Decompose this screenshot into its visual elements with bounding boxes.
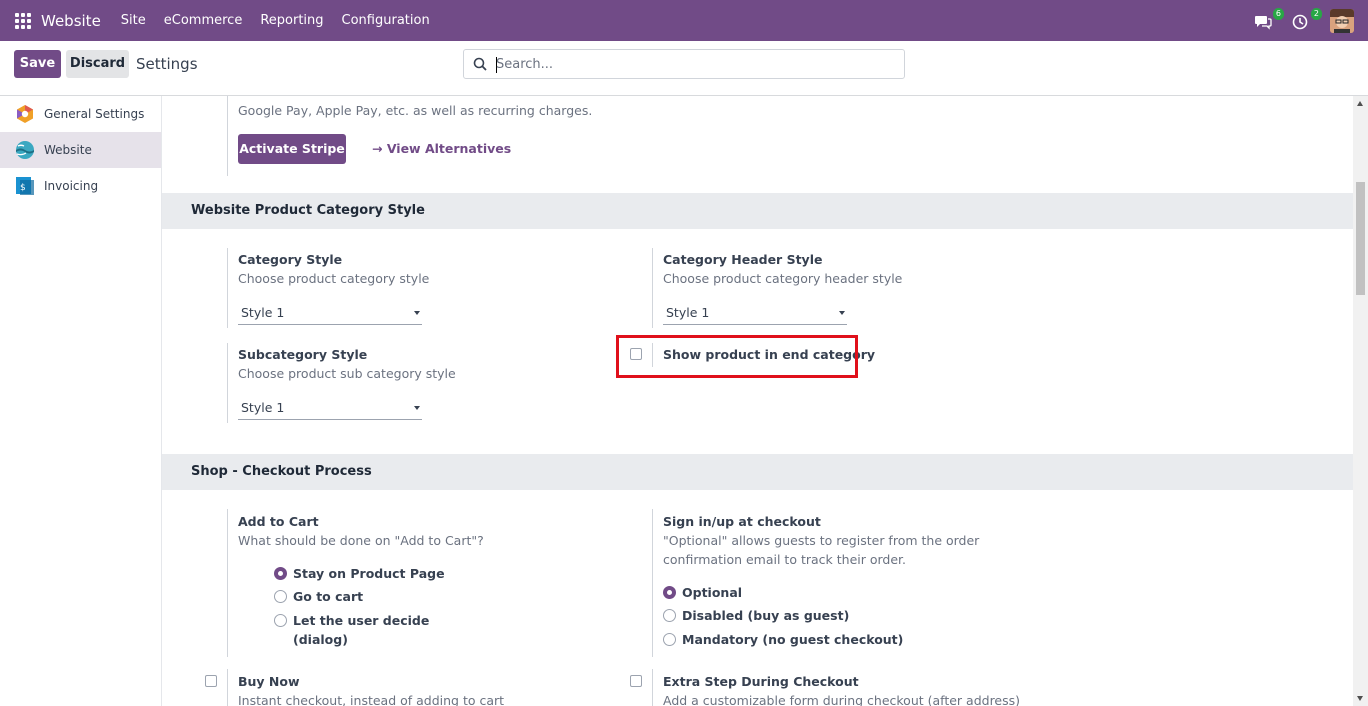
apps-menu-icon[interactable]	[15, 12, 31, 29]
view-alternatives-link[interactable]: → View Alternatives	[372, 141, 511, 156]
setting-divider	[227, 96, 228, 176]
extra-step-desc: Add a customizable form during checkout …	[663, 693, 1021, 706]
buy-now-desc: Instant checkout, instead of adding to c…	[238, 693, 505, 706]
buy-now-label: Buy Now	[238, 674, 300, 689]
radio-disabled[interactable]	[663, 609, 676, 622]
activities-badge: 2	[1310, 7, 1322, 20]
sidebar-item-label: Website	[44, 143, 92, 157]
add-to-cart-label: Add to Cart	[238, 514, 319, 529]
search-icon	[473, 57, 487, 71]
settings-sidebar: General Settings Website $ Invoicing	[0, 96, 162, 706]
category-style-label: Category Style	[238, 252, 343, 267]
subcategory-style-select[interactable]: Style 1	[238, 400, 422, 420]
messages-badge: 6	[1272, 7, 1284, 20]
buy-now-checkbox[interactable]	[205, 675, 217, 687]
menu-ecommerce[interactable]: eCommerce	[164, 13, 243, 28]
top-navbar: Website Site eCommerce Reporting Configu…	[0, 0, 1368, 41]
scroll-up-arrow-icon[interactable]	[1357, 101, 1363, 106]
setting-divider	[652, 669, 653, 706]
setting-divider	[227, 669, 228, 706]
radio-user-decide[interactable]	[274, 614, 287, 627]
section-title-category-style: Website Product Category Style	[162, 193, 1353, 229]
scroll-down-arrow-icon[interactable]	[1357, 696, 1363, 701]
subcategory-style-desc: Choose product sub category style	[238, 366, 456, 381]
vertical-scrollbar[interactable]	[1353, 96, 1368, 706]
extra-step-checkbox[interactable]	[630, 675, 642, 687]
extra-step-label: Extra Step During Checkout	[663, 674, 859, 689]
setting-divider	[227, 509, 228, 657]
activities-clock-icon[interactable]: 2	[1292, 7, 1322, 32]
save-button[interactable]: Save	[14, 50, 61, 78]
odoo-settings-icon	[17, 105, 33, 123]
chevron-down-icon	[414, 311, 420, 315]
sidebar-item-label: Invoicing	[44, 179, 99, 193]
payment-description: Google Pay, Apple Pay, etc. as well as r…	[238, 103, 593, 118]
header-style-desc: Choose product category header style	[663, 271, 903, 286]
arrow-right-icon: →	[372, 141, 387, 156]
scrollbar-thumb[interactable]	[1356, 182, 1365, 295]
radio-label: Stay on Product Page	[293, 566, 445, 581]
menu-configuration[interactable]: Configuration	[342, 13, 430, 28]
sidebar-item-website[interactable]: Website	[0, 132, 161, 168]
sidebar-item-general-settings[interactable]: General Settings	[0, 96, 161, 132]
header-style-label: Category Header Style	[663, 252, 823, 267]
radio-stay-on-product-page[interactable]	[274, 567, 287, 580]
search-input[interactable]: Search...	[463, 49, 905, 79]
invoicing-icon: $	[16, 177, 34, 195]
discard-button[interactable]: Discard	[66, 50, 129, 78]
setting-divider	[652, 248, 653, 328]
search-placeholder: Search...	[496, 57, 554, 72]
signin-desc-line1: "Optional" allows guests to register fro…	[663, 533, 980, 548]
category-style-desc: Choose product category style	[238, 271, 430, 286]
category-style-select[interactable]: Style 1	[238, 305, 422, 325]
control-panel: Save Discard Settings Search...	[0, 41, 1368, 96]
chevron-down-icon	[414, 406, 420, 410]
chevron-down-icon	[839, 311, 845, 315]
settings-content: Google Pay, Apple Pay, etc. as well as r…	[162, 96, 1353, 706]
radio-go-to-cart[interactable]	[274, 590, 287, 603]
radio-label: Disabled (buy as guest)	[682, 608, 850, 623]
add-to-cart-desc: What should be done on "Add to Cart"?	[238, 533, 484, 548]
setting-divider	[652, 509, 653, 657]
radio-optional[interactable]	[663, 586, 676, 599]
app-name[interactable]: Website	[41, 12, 101, 30]
radio-mandatory[interactable]	[663, 633, 676, 646]
section-title-checkout: Shop - Checkout Process	[162, 454, 1353, 490]
sidebar-item-invoicing[interactable]: $ Invoicing	[0, 168, 161, 204]
menu-reporting[interactable]: Reporting	[260, 13, 323, 28]
radio-label-continued: (dialog)	[293, 632, 348, 647]
signin-label: Sign in/up at checkout	[663, 514, 821, 529]
user-avatar[interactable]	[1330, 8, 1354, 33]
radio-label: Let the user decide	[293, 613, 430, 628]
menu-site[interactable]: Site	[121, 13, 146, 28]
page-title: Settings	[136, 55, 198, 73]
website-icon	[16, 141, 34, 159]
radio-label: Go to cart	[293, 589, 364, 604]
subcategory-style-label: Subcategory Style	[238, 347, 368, 362]
header-style-select[interactable]: Style 1	[663, 305, 847, 325]
messages-icon[interactable]: 6	[1254, 7, 1284, 32]
signin-desc-line2: confirmation email to track their order.	[663, 552, 906, 567]
setting-divider	[227, 248, 228, 328]
activate-stripe-button[interactable]: Activate Stripe	[238, 134, 346, 164]
radio-label: Optional	[682, 585, 743, 600]
highlight-box	[616, 335, 858, 378]
svg-text:$: $	[20, 183, 26, 193]
sidebar-item-label: General Settings	[44, 107, 145, 121]
radio-label: Mandatory (no guest checkout)	[682, 632, 904, 647]
setting-divider	[227, 343, 228, 423]
